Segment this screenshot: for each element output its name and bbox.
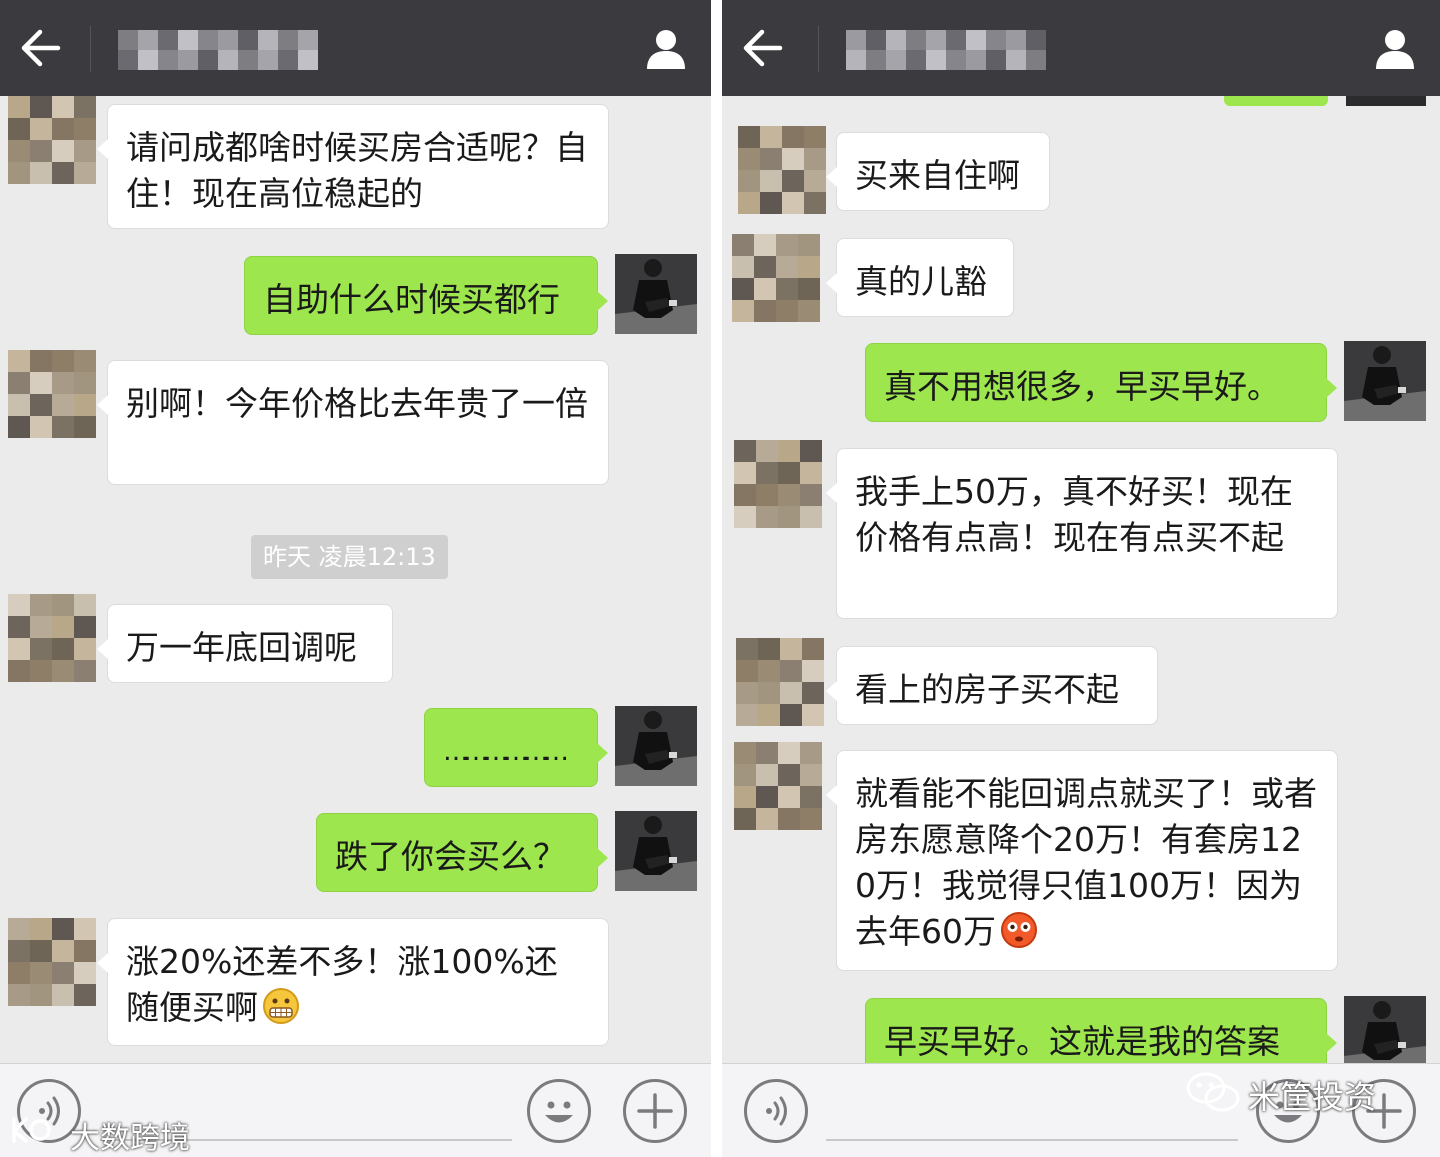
message-bubble-incoming[interactable]: 看上的房子买不起 bbox=[826, 646, 1158, 725]
chat-panel-right: 买来自住啊 真的儿豁 真不用想很多，早买早好。 我手上50万，真不好买！现在价格… bbox=[722, 0, 1440, 1157]
message-text: 跌了你会买么？ bbox=[335, 837, 566, 876]
message-text: 真不用想很多，早买早好。 bbox=[884, 367, 1280, 406]
voice-icon[interactable] bbox=[744, 1079, 808, 1143]
message-bubble-outgoing[interactable]: ……………… bbox=[424, 708, 608, 787]
person-silhouette-icon bbox=[615, 811, 697, 891]
message-bubble-outgoing[interactable]: 自助什么时候买都行 bbox=[244, 256, 608, 335]
message-bubble-outgoing[interactable]: 跌了你会买么？ bbox=[316, 813, 608, 892]
message-text: 万一年底回调呢 bbox=[126, 628, 357, 667]
person-silhouette-icon bbox=[615, 706, 697, 786]
timestamp: 昨天 凌晨12:13 bbox=[251, 535, 448, 579]
watermark-text: 大数跨境 bbox=[70, 1121, 190, 1156]
message-text: 涨20%还差不多！涨100%还随便买啊 bbox=[126, 942, 558, 1027]
contact-avatar[interactable] bbox=[732, 234, 820, 322]
message-text: ……………… bbox=[443, 737, 569, 767]
back-arrow-icon[interactable] bbox=[740, 26, 786, 70]
message-bubble-incoming[interactable]: 涨20%还差不多！涨100%还随便买啊 bbox=[97, 918, 609, 1046]
top-bar bbox=[0, 0, 711, 96]
grimace-emoji bbox=[262, 987, 300, 1025]
profile-icon[interactable] bbox=[645, 28, 687, 70]
message-text: 我手上50万，真不好买！现在价格有点高！现在有点买不起 bbox=[855, 472, 1293, 557]
message-text: 买来自住啊 bbox=[855, 156, 1020, 195]
message-bubble-incoming[interactable]: 我手上50万，真不好买！现在价格有点高！现在有点买不起 bbox=[826, 448, 1338, 619]
message-text: 请问成都啥时候买房合适呢？自住！现在高位稳起的 bbox=[126, 128, 588, 213]
contact-avatar[interactable] bbox=[8, 594, 96, 682]
message-text: 真的儿豁 bbox=[855, 262, 987, 301]
contact-avatar[interactable] bbox=[734, 742, 822, 830]
watermark-wechat-icon bbox=[1184, 1070, 1242, 1120]
topbar-divider bbox=[90, 26, 91, 72]
self-avatar[interactable] bbox=[1344, 341, 1426, 421]
message-text: 就看能不能回调点就买了！或者房东愿意降个20万！有套房120万！我觉得只值100… bbox=[855, 774, 1317, 951]
contact-avatar[interactable] bbox=[8, 350, 96, 438]
back-arrow-icon[interactable] bbox=[18, 26, 64, 70]
message-input[interactable] bbox=[826, 1139, 1238, 1141]
self-avatar[interactable] bbox=[615, 706, 697, 786]
emoji-icon[interactable] bbox=[527, 1079, 591, 1143]
contact-avatar[interactable] bbox=[8, 96, 96, 184]
watermark-logo-icon bbox=[10, 1113, 64, 1151]
message-bubble-incoming[interactable]: 请问成都啥时候买房合适呢？自住！现在高位稳起的 bbox=[97, 104, 609, 229]
message-text: 早买早好。这就是我的答案 bbox=[884, 1022, 1280, 1061]
topbar-divider bbox=[818, 26, 819, 72]
chat-panel-left: 请问成都啥时候买房合适呢？自住！现在高位稳起的 自助什么时候买都行 别啊！今年价… bbox=[0, 0, 711, 1157]
contact-avatar[interactable] bbox=[738, 126, 826, 214]
message-bubble-incoming[interactable]: 就看能不能回调点就买了！或者房东愿意降个20万！有套房120万！我觉得只值100… bbox=[826, 750, 1338, 971]
person-silhouette-icon bbox=[1344, 341, 1426, 421]
top-bar bbox=[722, 0, 1440, 96]
message-text: 看上的房子买不起 bbox=[855, 670, 1119, 709]
message-bubble-incoming[interactable]: 真的儿豁 bbox=[826, 238, 1014, 317]
message-bubble-incoming[interactable]: 买来自住啊 bbox=[826, 132, 1050, 211]
message-text: 别啊！今年价格比去年贵了一倍 bbox=[126, 384, 588, 423]
contact-avatar[interactable] bbox=[8, 918, 96, 1006]
chat-title-blurred bbox=[118, 30, 318, 70]
chat-title-blurred bbox=[846, 30, 1046, 70]
person-silhouette-icon bbox=[615, 254, 697, 334]
message-text: 自助什么时候买都行 bbox=[263, 280, 560, 319]
message-bubble-incoming[interactable]: 万一年底回调呢 bbox=[97, 604, 393, 683]
message-bubble-outgoing-partial bbox=[1224, 96, 1328, 106]
contact-avatar[interactable] bbox=[736, 638, 824, 726]
contact-avatar[interactable] bbox=[734, 440, 822, 528]
plus-icon[interactable] bbox=[623, 1079, 687, 1143]
self-avatar-partial bbox=[1346, 96, 1426, 106]
message-bubble-outgoing[interactable]: 真不用想很多，早买早好。 bbox=[865, 343, 1337, 422]
flushed-emoji bbox=[1000, 911, 1038, 949]
profile-icon[interactable] bbox=[1374, 28, 1416, 70]
self-avatar[interactable] bbox=[615, 254, 697, 334]
watermark-text: 米筐投资 bbox=[1248, 1078, 1377, 1116]
self-avatar[interactable] bbox=[615, 811, 697, 891]
message-bubble-incoming[interactable]: 别啊！今年价格比去年贵了一倍 bbox=[97, 360, 609, 485]
